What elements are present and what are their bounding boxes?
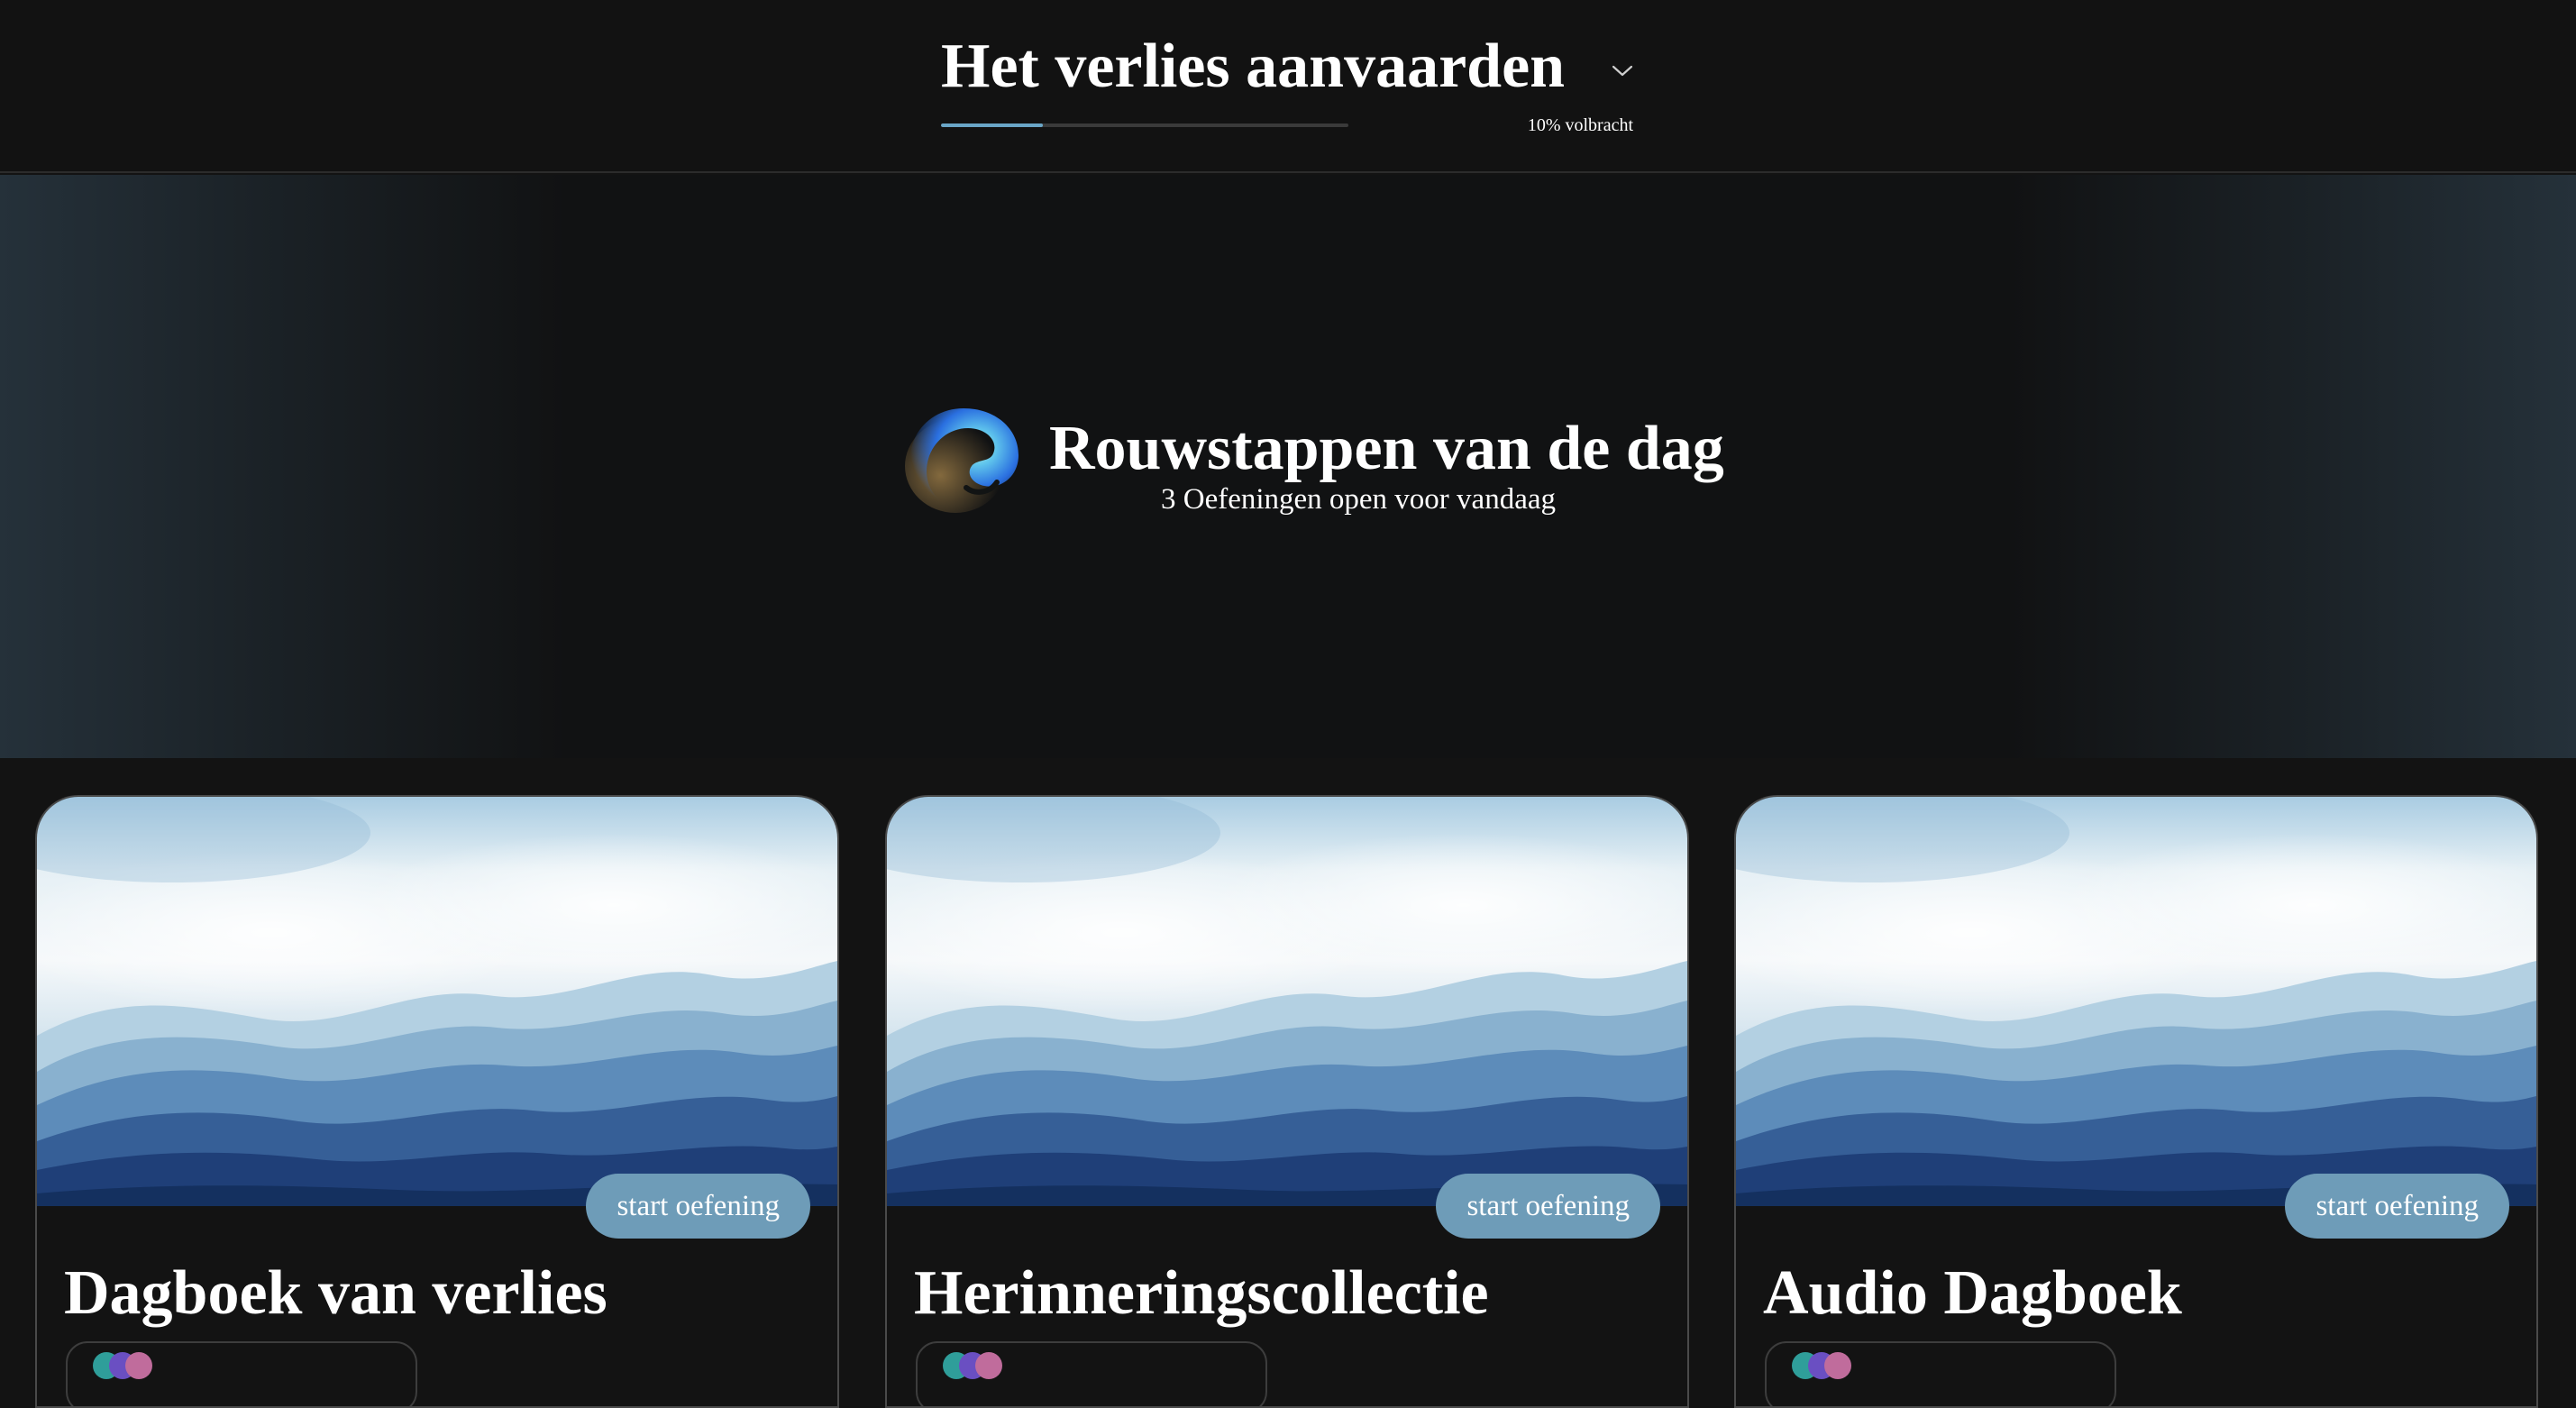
avatar bbox=[975, 1352, 1002, 1379]
hero-title: Rouwstappen van de dag bbox=[1049, 414, 1724, 483]
progress-bar-fill bbox=[941, 123, 1043, 127]
exercise-card[interactable]: start oefening Dagboek van verlies bbox=[35, 795, 839, 1408]
avatar bbox=[1824, 1352, 1851, 1379]
journey-dropdown-toggle[interactable] bbox=[1604, 56, 1640, 87]
start-exercise-button[interactable]: start oefening bbox=[1436, 1174, 1660, 1239]
participants-pill bbox=[1765, 1341, 2116, 1406]
card-image bbox=[1736, 797, 2536, 1206]
hero-subtitle: 3 Oefeningen open voor vandaag bbox=[1160, 483, 1556, 516]
chevron-down-icon bbox=[1612, 65, 1633, 77]
exercise-card[interactable]: start oefening Audio Dagboek bbox=[1734, 795, 2538, 1408]
card-title: Dagboek van verlies bbox=[64, 1258, 607, 1328]
avatar bbox=[125, 1352, 152, 1379]
participants-pill bbox=[66, 1341, 417, 1406]
participants-pill bbox=[916, 1341, 1267, 1406]
daily-hero: Rouwstappen van de dag 3 Oefeningen open… bbox=[0, 175, 2576, 758]
start-exercise-button[interactable]: start oefening bbox=[586, 1174, 810, 1239]
card-title: Herinneringscollectie bbox=[914, 1258, 1489, 1328]
top-header: Het verlies aanvaarden 10% volbracht bbox=[0, 0, 2576, 173]
card-image bbox=[887, 797, 1687, 1206]
start-exercise-button[interactable]: start oefening bbox=[2285, 1174, 2509, 1239]
progress-bar bbox=[941, 123, 1348, 127]
progress-label: 10% volbracht bbox=[1527, 115, 1633, 135]
journey-title: Het verlies aanvaarden bbox=[941, 32, 1566, 101]
card-image bbox=[37, 797, 837, 1206]
card-title: Audio Dagboek bbox=[1763, 1258, 2182, 1328]
exercise-card[interactable]: start oefening Herinneringscollectie bbox=[885, 795, 1689, 1408]
